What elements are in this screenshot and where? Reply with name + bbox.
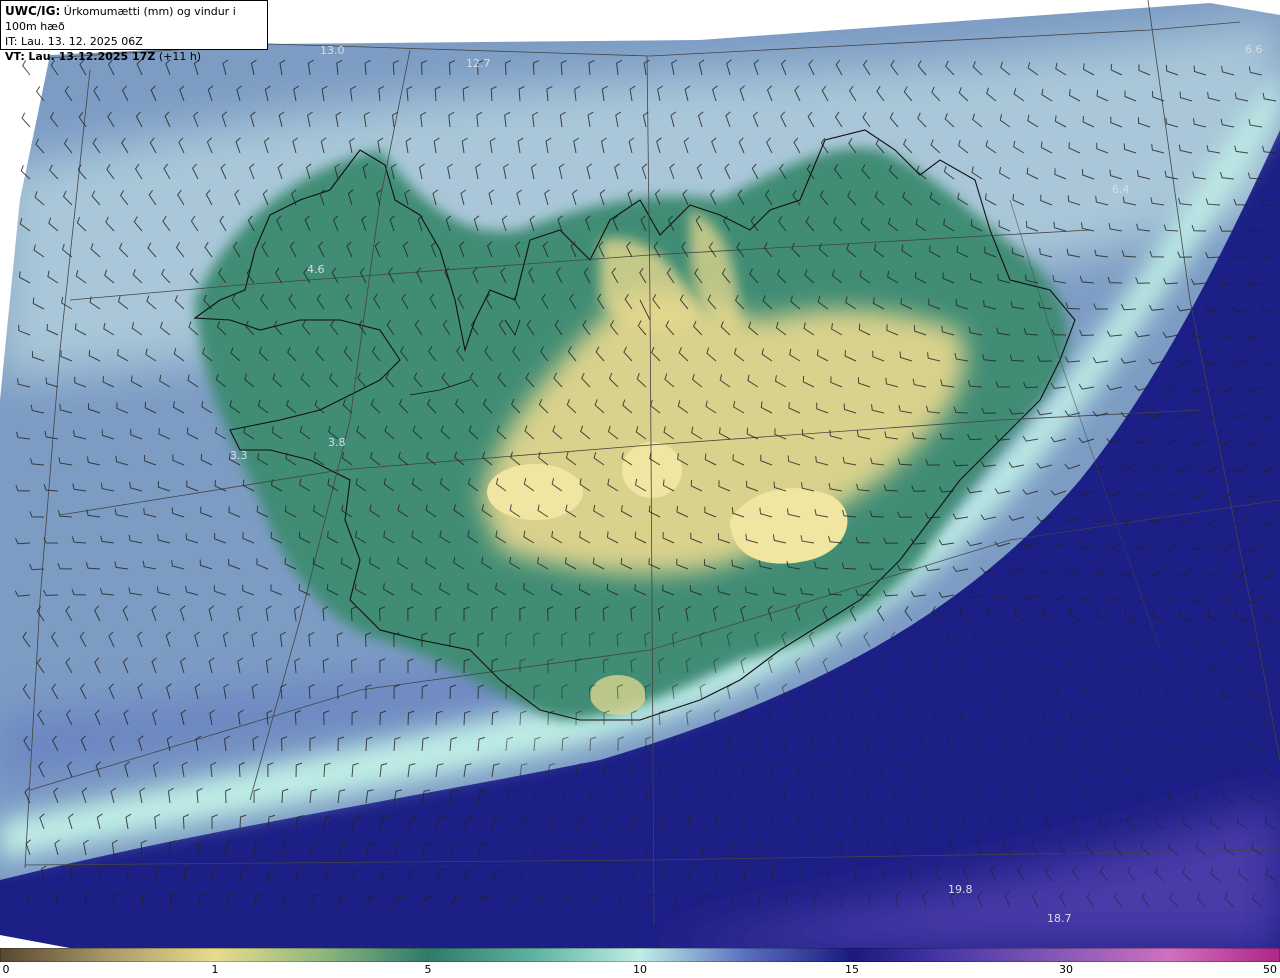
map-value-label: 6.4	[1112, 183, 1130, 196]
forecast-map: UWC/IG: Úrkomumætti (mm) og vindur i 100…	[0, 0, 1280, 948]
glacier-hofsjokull	[622, 442, 682, 498]
map-value-label: 3.3	[230, 449, 248, 462]
colorbar-tick-label: 50	[1263, 963, 1277, 976]
lead-time: (+11 h)	[158, 50, 202, 63]
colorbar-tick-label: 15	[845, 963, 859, 976]
title-box: UWC/IG: Úrkomumætti (mm) og vindur i 100…	[0, 0, 268, 63]
map-value-label: 4.6	[307, 263, 325, 276]
glacier-langjokull	[487, 464, 583, 520]
colorbar-tick-label: 1	[211, 963, 219, 976]
wind-barb	[21, 112, 31, 128]
valid-time: Lau. 13.12.2025 17Z	[28, 50, 156, 63]
colorbar-labels: 0 1 5 10 15 30 50	[0, 962, 1280, 978]
map-value-label: 3.8	[328, 436, 346, 449]
map-value-label: 13.0	[320, 44, 345, 57]
map-value-label: 6.6	[1245, 43, 1263, 56]
colorbar	[0, 948, 1280, 962]
colorbar-tick-label: 30	[1059, 963, 1073, 976]
colorbar-tick-label: 0	[2, 963, 10, 976]
colorbar-tick-label: 5	[424, 963, 432, 976]
map-value-label: 12.7	[466, 57, 491, 70]
colorbar-tick-label: 10	[633, 963, 647, 976]
valid-prefix: VT:	[5, 50, 25, 63]
model-name: UWC/IG:	[5, 4, 61, 18]
map-value-label: 19.8	[948, 883, 973, 896]
map-canvas	[0, 0, 1280, 948]
init-time: IT: Lau. 13. 12. 2025 06Z	[5, 35, 143, 48]
map-value-label: 18.7	[1047, 912, 1072, 925]
